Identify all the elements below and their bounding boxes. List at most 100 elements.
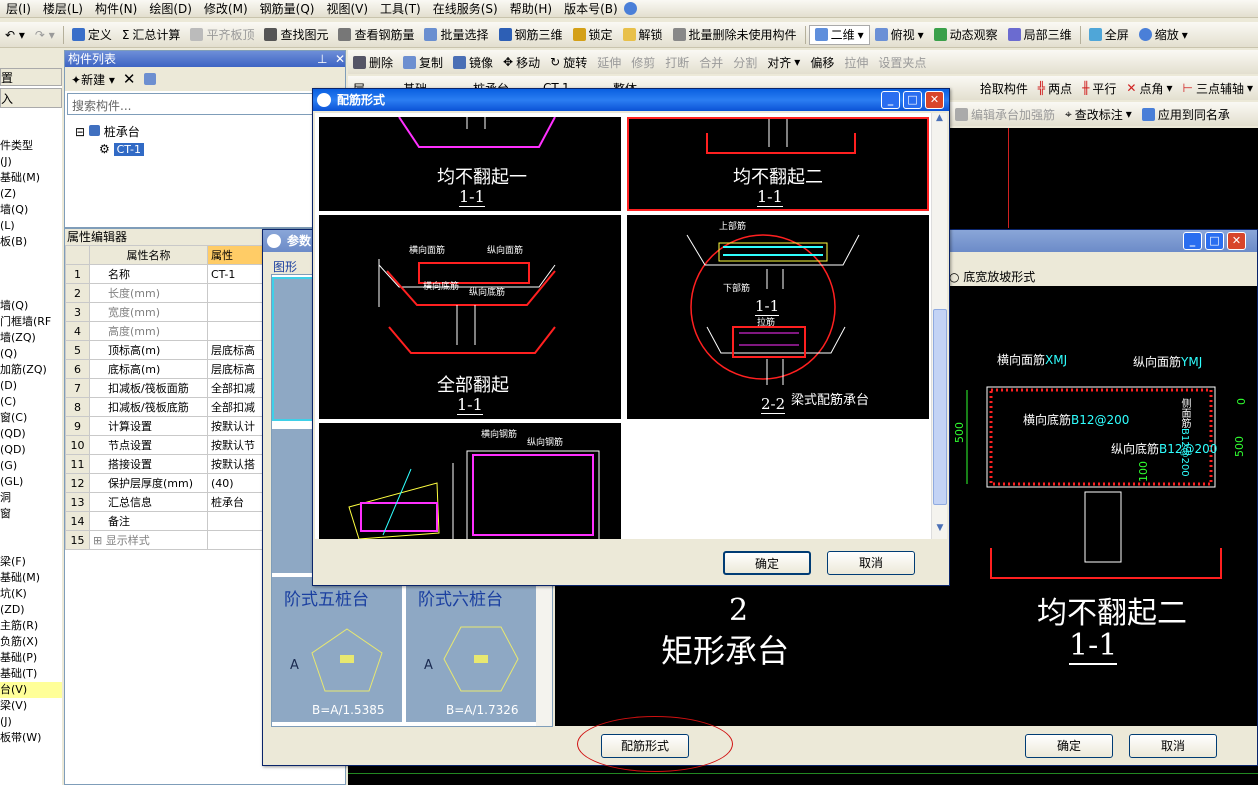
nav-item[interactable]: (QD) (0, 426, 62, 442)
top-view-button[interactable]: 俯视 ▾ (870, 25, 929, 45)
rebar-scrollbar[interactable]: ▲ ▼ (931, 113, 947, 539)
nav-item[interactable]: 主筋(R) (0, 618, 62, 634)
close-button[interactable]: ✕ (1227, 232, 1246, 250)
close-icon[interactable]: ✕ (335, 51, 345, 67)
menu-item[interactable]: 在线服务(S) (427, 0, 504, 17)
pick-component-button[interactable]: 拾取构件 (975, 78, 1033, 98)
param-cancel-button[interactable]: 取消 (1129, 734, 1217, 758)
nav-item[interactable]: 基础(M) (0, 170, 62, 186)
undo-button[interactable]: ↶ ▾ (0, 25, 30, 45)
mirror-button[interactable]: 镜像 (448, 52, 498, 72)
offset-button[interactable]: 偏移 (805, 52, 839, 72)
calc-button[interactable]: Σ 汇总计算 (117, 25, 186, 45)
nav-item[interactable]: 墙(Q) (0, 202, 62, 218)
delete-component-icon[interactable]: ✕ (123, 70, 136, 88)
menu-item[interactable]: 版本号(B) (558, 0, 624, 17)
nav-item[interactable]: (J) (0, 154, 62, 170)
rebar-option[interactable]: 均不翻起一 1-1 (319, 117, 621, 211)
nav-header[interactable]: 置 (0, 68, 62, 86)
nav-item[interactable]: 门框墙(RF (0, 314, 62, 330)
minimize-button[interactable]: _ (1183, 232, 1202, 250)
stretch-button[interactable]: 拉伸 (839, 52, 873, 72)
view-rebar-button[interactable]: 查看钢筋量 (333, 25, 419, 45)
nav-item[interactable]: 台(V) (0, 682, 62, 698)
fullscreen-button[interactable]: 全屏 (1084, 25, 1134, 45)
two-point-button[interactable]: ╬ 两点 (1033, 78, 1077, 98)
unlock-button[interactable]: 解锁 (618, 25, 668, 45)
rebar-option[interactable]: 横向钢筋 纵向钢筋 (319, 423, 621, 539)
thumb-item[interactable]: 阶式五桩台 A B=A/1.5385 (272, 577, 402, 722)
point-angle-button[interactable]: ✕ 点角 ▾ (1121, 78, 1177, 98)
nav-item[interactable]: 基础(M) (0, 570, 62, 586)
lock-button[interactable]: 锁定 (568, 25, 618, 45)
nav-item[interactable]: 件类型 (0, 138, 62, 154)
nav-item[interactable]: (C) (0, 394, 62, 410)
scroll-up-icon[interactable]: ▲ (932, 113, 947, 129)
rebar-option[interactable]: 横向面筋 纵向面筋 横向底筋 纵向底筋 全部翻起 1-1 (319, 215, 621, 419)
menu-item[interactable]: 层(I) (0, 0, 37, 17)
nav-item[interactable]: 洞 (0, 490, 62, 506)
delete-button[interactable]: 删除 (348, 52, 398, 72)
rebar-3d-button[interactable]: 钢筋三维 (494, 25, 568, 45)
move-button[interactable]: ✥ 移动 (498, 52, 545, 72)
nav-item[interactable]: 窗(C) (0, 410, 62, 426)
nav-item[interactable]: 基础(P) (0, 650, 62, 666)
align-button[interactable]: 对齐 ▾ (762, 52, 805, 72)
nav-item[interactable]: (QD) (0, 442, 62, 458)
nav-header[interactable]: 入 (0, 88, 62, 108)
nav-item[interactable]: 板(B) (0, 234, 62, 250)
menu-item[interactable]: 修改(M) (198, 0, 254, 17)
split-button[interactable]: 分割 (728, 52, 762, 72)
pin-icon[interactable]: ⊥ (317, 51, 327, 67)
nav-item[interactable]: (L) (0, 218, 62, 234)
scroll-down-icon[interactable]: ▼ (932, 523, 948, 539)
grip-button[interactable]: 设置夹点 (873, 52, 931, 72)
menu-item[interactable]: 构件(N) (89, 0, 143, 17)
three-point-button[interactable]: ⊢ 三点辅轴 ▾ (1178, 78, 1258, 98)
menu-item[interactable]: 视图(V) (320, 0, 374, 17)
nav-item[interactable]: 坑(K) (0, 586, 62, 602)
nav-item[interactable]: 墙(Q) (0, 298, 62, 314)
view-2d-select[interactable]: 二维 ▾ (808, 24, 870, 45)
extend-button[interactable]: 延伸 (592, 52, 626, 72)
param-tab[interactable]: 图形 (273, 258, 297, 275)
break-button[interactable]: 打断 (660, 52, 694, 72)
help-icon[interactable] (623, 2, 637, 15)
menu-item[interactable]: 楼层(L) (37, 0, 89, 17)
nav-item[interactable]: (Z) (0, 186, 62, 202)
close-button[interactable]: ✕ (925, 91, 944, 109)
copy-button[interactable]: 复制 (398, 52, 448, 72)
tree-root[interactable]: ⊟ 桩承台 (75, 123, 345, 140)
nav-item[interactable]: 墙(ZQ) (0, 330, 62, 346)
nav-item[interactable]: (J) (0, 714, 62, 730)
edit-strengthen-button[interactable]: 编辑承台加强筋 (950, 104, 1060, 124)
zoom-button[interactable]: 缩放 ▾ (1134, 25, 1193, 45)
maximize-button[interactable]: □ (903, 91, 922, 109)
nav-item[interactable]: (Q) (0, 346, 62, 362)
nav-item[interactable]: 梁(F) (0, 554, 62, 570)
nav-item[interactable]: (D) (0, 378, 62, 394)
rotate-button[interactable]: ↻ 旋转 (545, 52, 592, 72)
nav-item[interactable]: 加筋(ZQ) (0, 362, 62, 378)
copy-component-icon[interactable] (143, 73, 156, 85)
maximize-button[interactable]: □ (1205, 232, 1224, 250)
nav-item[interactable]: 基础(T) (0, 666, 62, 682)
menu-item[interactable]: 工具(T) (374, 0, 427, 17)
batch-delete-button[interactable]: 批量删除未使用构件 (668, 25, 802, 45)
new-button[interactable]: ✦新建 ▾ (71, 71, 115, 88)
edit-annotation-button[interactable]: ⌖ 查改标注 ▾ (1060, 104, 1137, 124)
menu-item[interactable]: 绘图(D) (143, 0, 198, 17)
param-ok-button[interactable]: 确定 (1025, 734, 1113, 758)
trim-button[interactable]: 修剪 (626, 52, 660, 72)
menu-item[interactable]: 帮助(H) (504, 0, 558, 17)
nav-item[interactable]: 窗 (0, 506, 62, 554)
flush-top-button[interactable]: 平齐板顶 (185, 25, 259, 45)
apply-same-button[interactable]: 应用到同名承 (1137, 104, 1235, 124)
nav-item[interactable]: (ZD) (0, 602, 62, 618)
parallel-button[interactable]: ╫ 平行 (1077, 78, 1121, 98)
rebar-cancel-button[interactable]: 取消 (827, 551, 915, 575)
scroll-thumb[interactable] (933, 309, 947, 505)
option-radio[interactable]: ○ 底宽放坡形式 (949, 268, 1035, 285)
batch-select-button[interactable]: 批量选择 (419, 25, 493, 45)
menu-item[interactable]: 钢筋量(Q) (254, 0, 321, 17)
